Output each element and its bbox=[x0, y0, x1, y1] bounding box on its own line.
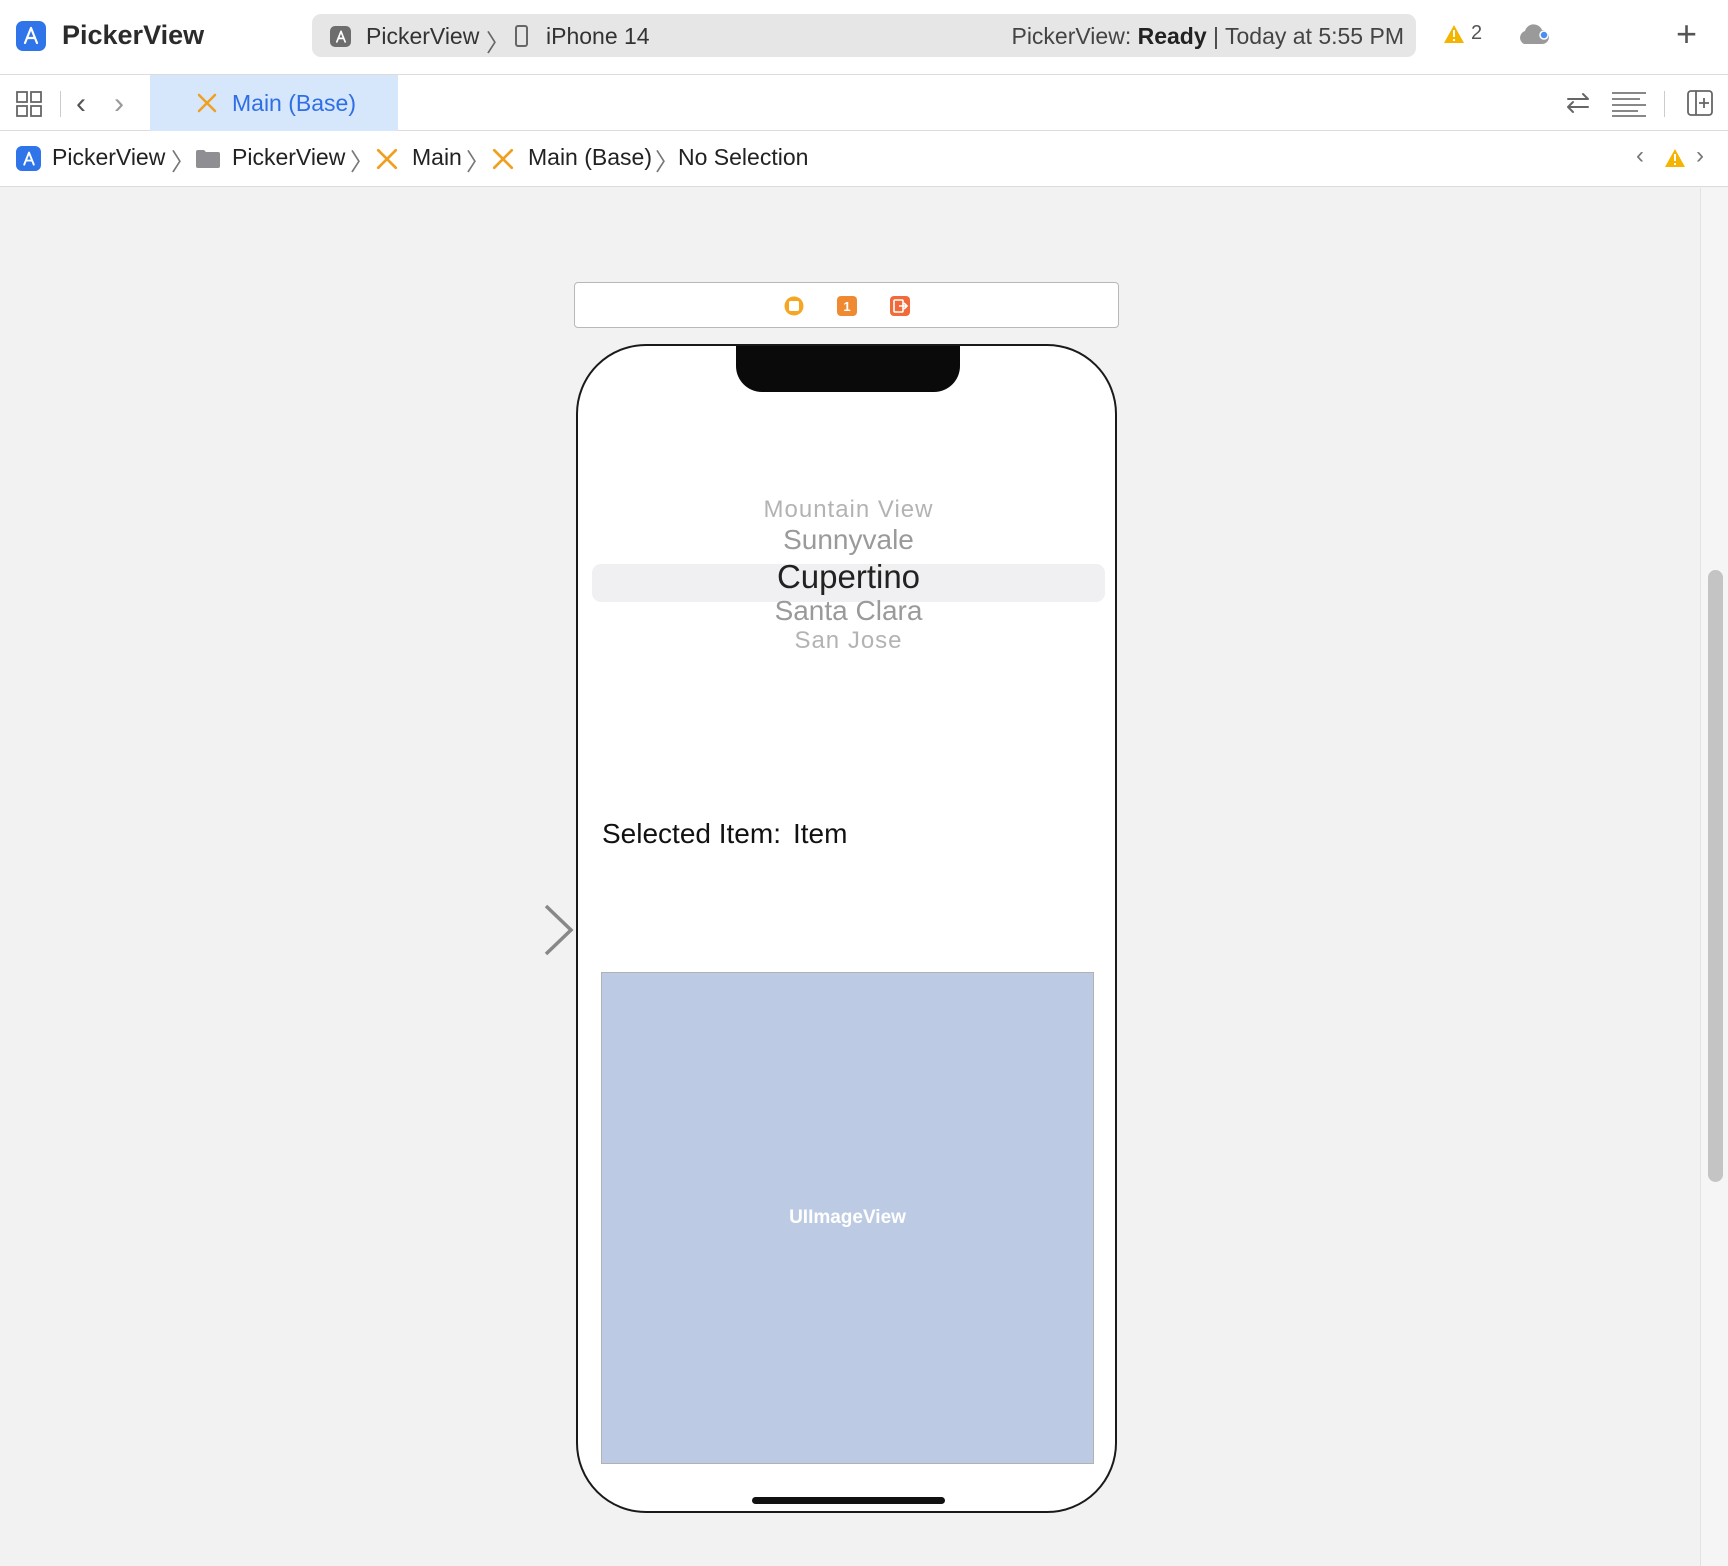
selected-item-value: Item bbox=[792, 818, 848, 849]
tab-main-base[interactable]: Main (Base) bbox=[150, 75, 398, 131]
svg-text:1: 1 bbox=[843, 299, 850, 314]
selected-item-caption: Selected Item: bbox=[602, 818, 781, 849]
chevron-left-icon[interactable]: ‹ bbox=[76, 87, 86, 121]
folder-icon bbox=[196, 150, 220, 168]
swap-icon[interactable] bbox=[1564, 89, 1592, 117]
selected-item-label[interactable]: Selected Item: Item bbox=[602, 818, 847, 850]
picker-row[interactable]: Sunnyvale bbox=[592, 524, 1105, 556]
breadcrumb-group[interactable]: PickerView bbox=[232, 144, 345, 171]
chevron-left-icon[interactable]: ‹ bbox=[1636, 142, 1644, 170]
breadcrumb: PickerView 〉 PickerView 〉 Main 〉 Main (B… bbox=[0, 131, 1728, 187]
tab-label: Main (Base) bbox=[232, 89, 356, 116]
plus-icon[interactable]: + bbox=[1676, 16, 1697, 52]
interface-builder-icon bbox=[492, 148, 514, 170]
picker-row[interactable]: Mountain View bbox=[592, 496, 1105, 524]
chevron-right-icon: 〉 bbox=[655, 149, 679, 176]
entry-arrow-icon[interactable] bbox=[430, 902, 576, 958]
iphone-view-controller[interactable]: Mountain View Sunnyvale Cupertino Santa … bbox=[576, 344, 1117, 1513]
picker-row[interactable]: San Jose bbox=[592, 627, 1105, 655]
breadcrumb-selection[interactable]: No Selection bbox=[678, 144, 808, 171]
chevron-right-icon: 〉 bbox=[466, 149, 490, 176]
divider bbox=[60, 91, 61, 117]
run-destination-selector[interactable]: iPhone 14 bbox=[546, 23, 650, 50]
image-view-label: UIImageView bbox=[789, 1207, 906, 1228]
scheme-app-icon bbox=[330, 26, 351, 47]
breadcrumb-storyboard[interactable]: Main bbox=[412, 144, 462, 171]
warning-count: 2 bbox=[1471, 22, 1483, 44]
warnings-button[interactable]: 2 bbox=[1443, 22, 1482, 45]
add-editor-icon[interactable] bbox=[1686, 89, 1714, 117]
picker-view[interactable]: Mountain View Sunnyvale Cupertino Santa … bbox=[592, 496, 1105, 671]
chevron-right-icon: 〉 bbox=[486, 30, 510, 57]
chevron-right-icon: 〉 bbox=[350, 149, 374, 176]
toolbar: PickerView PickerView 〉 iPhone 14 Picker… bbox=[0, 0, 1728, 75]
exit-icon[interactable] bbox=[889, 295, 911, 317]
chevron-right-icon: 〉 bbox=[171, 149, 195, 176]
view-controller-icon[interactable] bbox=[783, 295, 805, 317]
picker-row[interactable]: Santa Clara bbox=[592, 595, 1105, 627]
breadcrumb-localization[interactable]: Main (Base) bbox=[528, 144, 652, 171]
warning-icon bbox=[1444, 24, 1464, 43]
app-icon bbox=[16, 146, 41, 171]
home-indicator bbox=[752, 1497, 945, 1504]
picker-row-selected[interactable]: Cupertino bbox=[592, 558, 1105, 596]
build-status: PickerView: Ready | Today at 5:55 PM bbox=[1011, 23, 1404, 49]
interface-builder-icon bbox=[197, 93, 217, 113]
grid-icon[interactable] bbox=[16, 91, 42, 117]
chevron-right-icon[interactable]: › bbox=[1696, 142, 1704, 170]
activity-bar[interactable]: PickerView 〉 iPhone 14 PickerView: Ready… bbox=[312, 14, 1416, 57]
lines-icon[interactable] bbox=[1610, 89, 1648, 117]
cloud-icon[interactable] bbox=[1515, 24, 1551, 46]
warning-icon[interactable] bbox=[1664, 148, 1686, 168]
scheme-selector[interactable]: PickerView bbox=[366, 23, 479, 50]
divider bbox=[1664, 91, 1665, 117]
image-view[interactable]: UIImageView bbox=[601, 972, 1094, 1464]
first-responder-icon[interactable]: 1 bbox=[836, 295, 858, 317]
interface-builder-icon bbox=[376, 148, 398, 170]
chevron-right-icon[interactable]: › bbox=[114, 87, 124, 121]
scrollbar-thumb[interactable] bbox=[1708, 570, 1723, 1182]
breadcrumb-project[interactable]: PickerView bbox=[52, 144, 165, 171]
project-title: PickerView bbox=[62, 20, 205, 50]
app-icon bbox=[16, 21, 46, 51]
device-icon bbox=[515, 25, 528, 47]
editor-tab-bar: ‹ › Main (Base) bbox=[0, 75, 1728, 131]
scene-dock: 1 bbox=[574, 282, 1119, 328]
device-notch bbox=[736, 346, 960, 392]
